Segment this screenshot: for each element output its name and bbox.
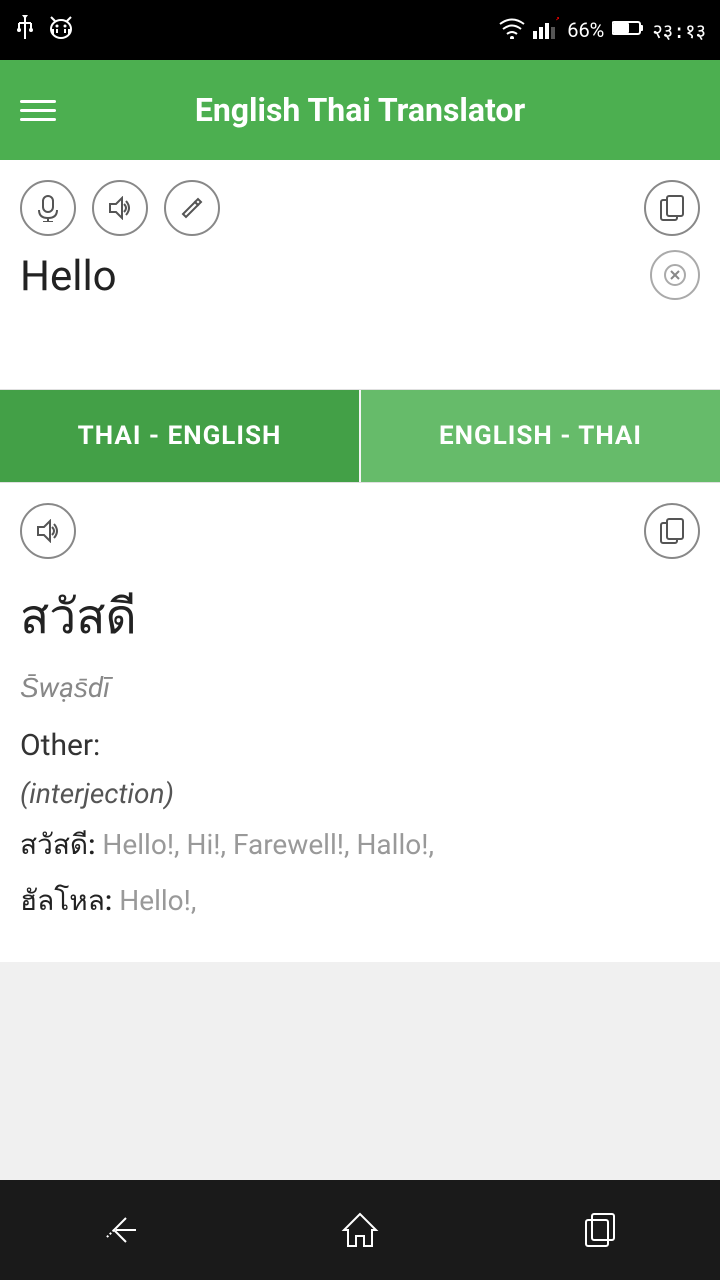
main-translation: สวัสดี	[20, 579, 700, 655]
battery-percent: 66%	[567, 18, 604, 42]
usb-icon	[14, 13, 36, 47]
entry-2-word: ฮัลโหล:	[20, 884, 112, 917]
status-left-icons	[14, 13, 74, 47]
input-area: Hello	[0, 160, 720, 390]
thai-english-button[interactable]: THAI - ENGLISH	[0, 390, 359, 482]
android-icon	[48, 13, 74, 47]
back-button[interactable]	[80, 1190, 160, 1270]
app-header: English Thai Translator	[0, 60, 720, 160]
other-type: (interjection)	[20, 777, 700, 810]
recents-button[interactable]	[560, 1190, 640, 1270]
speaker-button-input[interactable]	[92, 180, 148, 236]
entry-1: สวัสดี: Hello!, Hi!, Farewell!, Hallo!,	[20, 824, 700, 866]
entry-1-translations: Hello!, Hi!, Farewell!, Hallo!,	[95, 828, 434, 861]
entry-1-word: สวัสดี:	[20, 828, 95, 861]
other-label: Other:	[20, 728, 700, 763]
speaker-button-output[interactable]	[20, 503, 76, 559]
input-text[interactable]: Hello	[20, 252, 700, 301]
app-title: English Thai Translator	[76, 91, 644, 129]
clear-button[interactable]	[650, 250, 700, 300]
nav-bar	[0, 1180, 720, 1280]
output-toolbar	[20, 503, 700, 559]
edit-button[interactable]	[164, 180, 220, 236]
input-toolbar	[20, 180, 700, 236]
signal-icon: ✕	[533, 17, 559, 44]
status-right-info: ✕ 66% २३:१३	[499, 17, 706, 44]
transliteration: S̄wạs̄dī	[20, 671, 700, 704]
home-button[interactable]	[320, 1190, 400, 1270]
entry-2: ฮัลโหล: Hello!,	[20, 880, 700, 922]
entry-2-translations: Hello!,	[112, 884, 196, 917]
copy-button-output[interactable]	[644, 503, 700, 559]
status-bar: ✕ 66% २३:१३	[0, 0, 720, 60]
english-thai-button[interactable]: ENGLISH - THAI	[361, 390, 720, 482]
output-area: สวัสดี S̄wạs̄dī Other: (interjection) สว…	[0, 482, 720, 962]
battery-icon	[612, 18, 644, 42]
copy-button-input[interactable]	[644, 180, 700, 236]
time-display: २३:१३	[652, 17, 706, 44]
menu-button[interactable]	[20, 100, 56, 121]
wifi-icon	[499, 17, 525, 44]
svg-text:✕: ✕	[555, 17, 559, 23]
mic-button[interactable]	[20, 180, 76, 236]
language-toggle: THAI - ENGLISH ENGLISH - THAI	[0, 390, 720, 482]
